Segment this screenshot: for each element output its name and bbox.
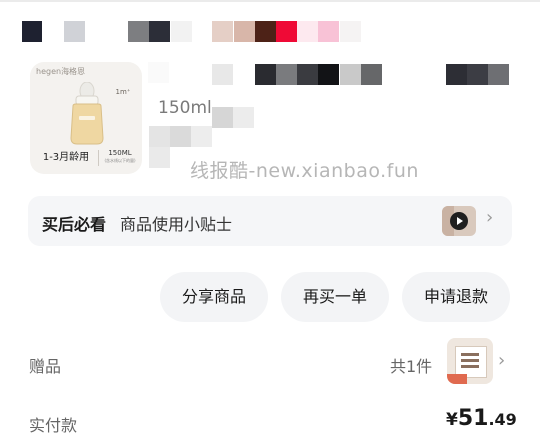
- thumbnail-volume-main: 150ML: [108, 149, 132, 157]
- play-icon: [450, 212, 468, 230]
- age-badge-icon: 1m⁺: [115, 88, 131, 96]
- share-product-button[interactable]: 分享商品: [160, 272, 268, 322]
- thumbnail-brand: hegen海格恩: [36, 67, 86, 76]
- thumbnail-volume-note: (含水线以下的量): [104, 158, 136, 163]
- thumbnail-volume: 150ML (含水线以下的量): [102, 148, 138, 168]
- payment-label: 实付款: [29, 416, 78, 435]
- request-refund-button[interactable]: 申请退款: [402, 272, 510, 322]
- baby-bottle-image: [70, 82, 104, 145]
- buy-again-button[interactable]: 再买一单: [281, 272, 389, 322]
- chevron-right-icon: ›: [498, 350, 506, 371]
- mosaic-swatches-top: [0, 0, 540, 60]
- gift-label: 赠品: [29, 357, 62, 376]
- gift-thumbnail[interactable]: [447, 338, 493, 384]
- tips-title: 买后必看: [42, 215, 107, 234]
- price-decimal: .49: [488, 410, 517, 429]
- product-thumbnail[interactable]: hegen海格恩 1m⁺ 1-3月龄用 150ML (含水线以下的量): [30, 62, 142, 174]
- gift-count: 共1件: [390, 357, 433, 376]
- payment-amount: ¥51.49: [446, 406, 517, 431]
- chevron-right-icon: ›: [486, 207, 494, 228]
- price-integer: 51: [457, 406, 489, 431]
- thumbnail-divider: [98, 150, 99, 166]
- tips-description: 商品使用小贴士: [120, 215, 233, 234]
- price-currency: ¥: [446, 410, 458, 430]
- tips-video-thumbnail[interactable]: [442, 206, 476, 236]
- thumbnail-age-label: 1-3月龄用: [42, 152, 90, 163]
- watermark-text: 线报酷-new.xianbao.fun: [190, 160, 419, 182]
- product-spec: 150ml: [158, 98, 212, 118]
- usage-tips-bar[interactable]: 买后必看 商品使用小贴士 ›: [28, 196, 512, 246]
